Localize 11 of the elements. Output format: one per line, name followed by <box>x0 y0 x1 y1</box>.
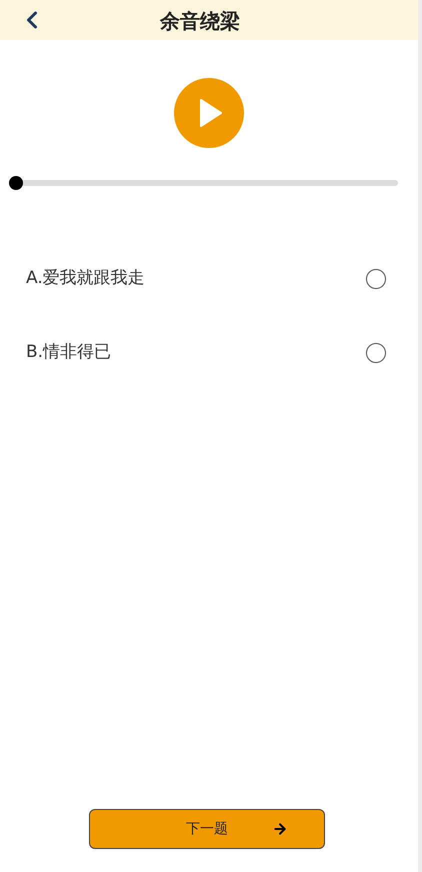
radio-button[interactable] <box>366 343 386 363</box>
radio-button[interactable] <box>366 269 386 289</box>
play-icon <box>199 98 223 128</box>
page-title: 余音绕梁 <box>160 8 240 35</box>
answer-option[interactable]: A.爱我就跟我走 <box>0 242 418 316</box>
next-button[interactable]: 下一题 <box>89 809 325 849</box>
answer-option[interactable]: B.情非得已 <box>0 316 418 390</box>
option-label: B.情非得已 <box>26 341 112 364</box>
option-label: A.爱我就跟我走 <box>26 267 145 290</box>
slider-thumb[interactable] <box>9 176 23 190</box>
arrow-right-icon <box>272 821 288 837</box>
